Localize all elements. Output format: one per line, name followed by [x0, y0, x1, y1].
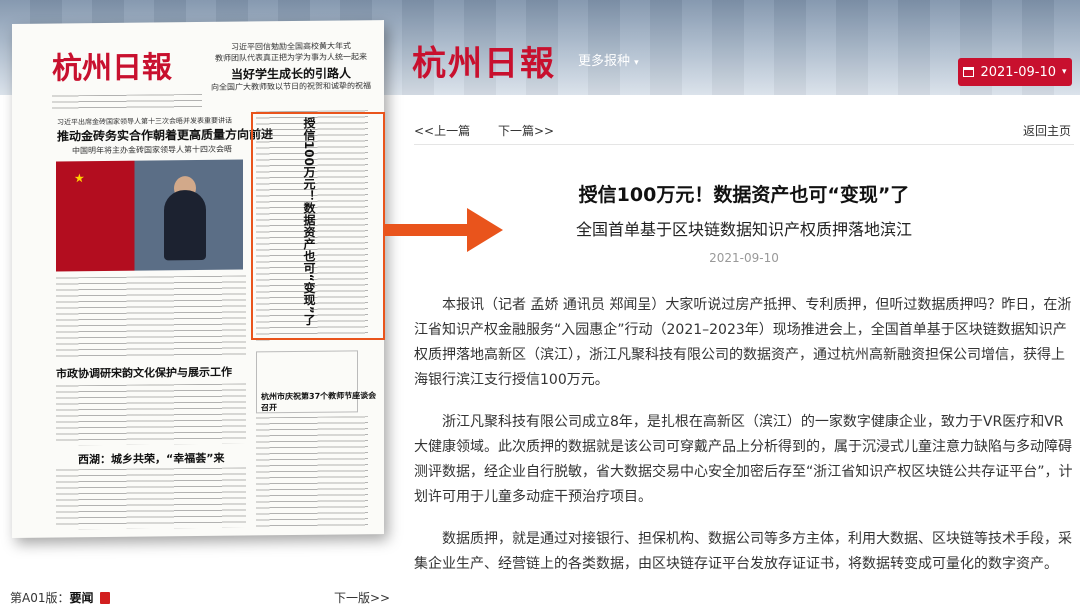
article-paragraph: 浙江凡聚科技有限公司成立8年，是扎根在高新区（滨江）的一家数字健康企业，致力于V… [414, 414, 1073, 505]
article-subtitle: 全国首单基于区块链数据知识产权质押落地滨江 [575, 220, 912, 239]
back-home-link[interactable]: 返回主页 [1023, 122, 1071, 139]
top-sub2: 教师团队代表真正把为学为事为人统一起来 [215, 52, 367, 63]
article-title: 授信100万元！数据资产也可“变现”了 [578, 184, 910, 206]
date-picker-button[interactable]: 2021-09-10 ▾ [958, 58, 1072, 86]
selected-article-highlight[interactable] [251, 112, 385, 340]
article-body: 本报讯（记者 孟娇 通讯员 郑闻呈）大家听说过房产抵押、专利质押，但听过数据质押… [414, 293, 1074, 594]
prev-article-link[interactable]: <<上一篇 [414, 124, 470, 138]
next-page-link[interactable]: 下一版>> [334, 589, 390, 606]
bottom-headline[interactable]: 西湖：城乡共荣，“幸福荟”来 [78, 450, 224, 468]
article-paragraph: 本报讯（记者 孟娇 通讯员 郑闻呈）大家听说过房产抵押、专利质押，但听过数据质押… [414, 297, 1072, 388]
page-label: 第A01版： [10, 591, 70, 605]
star-icon: ★ [74, 171, 85, 186]
caret-down-icon: ▾ [1062, 67, 1067, 77]
lead-headline[interactable]: 推动金砖务实合作朝着更高质量方向前进 [57, 125, 273, 144]
calendar-icon [963, 67, 975, 77]
caret-down-icon: ▾ [634, 58, 639, 68]
divider [414, 144, 1074, 145]
newspaper-masthead: 杭州日報 [52, 50, 172, 87]
person-figure [164, 189, 206, 261]
article-nav: <<上一篇 下一篇>> [414, 122, 578, 139]
next-article-link[interactable]: 下一篇>> [498, 124, 554, 138]
top-sub3: 向全国广大教师致以节日的祝贺和诚挚的祝福 [211, 81, 371, 92]
lead-photo[interactable]: ★ [56, 159, 243, 272]
text-column [56, 383, 246, 446]
page-indicator: 第A01版：要闻 [10, 589, 110, 606]
text-column [256, 416, 368, 528]
pdf-icon[interactable] [99, 592, 110, 604]
mid-headline[interactable]: 市政协调研宋韵文化保护与展示工作 [56, 364, 232, 382]
text-column [56, 275, 246, 358]
lead-deck: 中国明年将主办金砖国家领导人第十四次会晤 [72, 144, 232, 156]
article-date: 2021-09-10 [709, 251, 779, 265]
top-subline: 习近平回信勉励全国高校黄大年式 教师团队代表真正把为学为事为人统一起来 [206, 40, 376, 64]
more-label: 更多报种 [578, 54, 631, 69]
page-name[interactable]: 要闻 [69, 591, 93, 605]
masthead-info [52, 93, 202, 112]
site-logo[interactable]: 杭州日報 [412, 36, 556, 85]
date-value: 2021-09-10 [980, 64, 1057, 80]
box-headline[interactable]: 杭州市庆祝第37个教师节座谈会召开 [261, 390, 384, 413]
more-newspapers-dropdown[interactable]: 更多报种 ▾ [578, 50, 639, 69]
text-column [56, 467, 246, 530]
article-paragraph: 数据质押，就是通过对接银行、担保机构、数据公司等多方主体，利用大数据、区块链等技… [414, 531, 1072, 572]
